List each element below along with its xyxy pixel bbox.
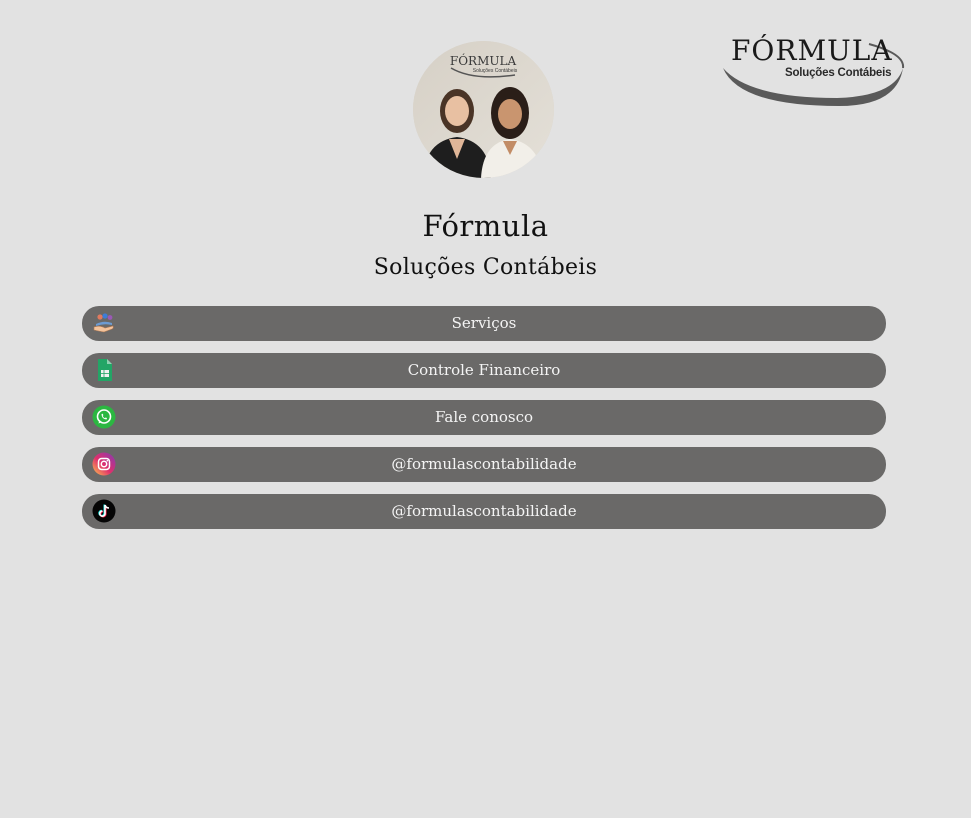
tiktok-link-label: @formulascontabilidade [391,502,577,520]
profile-title: Fórmula [422,209,549,243]
logo-tagline: Soluções Contábeis [785,67,892,79]
instagram-link-label: @formulascontabilidade [391,455,577,473]
fale-conosco-link-label: Fale conosco [434,408,534,426]
brand-logo: FÓRMULA Soluções Contábeis [719,28,909,110]
link-list: Serviços Controle Financeiro Fale conosc… [82,306,886,541]
fale-conosco-link-button[interactable]: Fale conosco [82,400,886,435]
profile-subtitle: Soluções Contábeis [373,255,598,280]
svg-text:Soluções Contábeis: Soluções Contábeis [473,68,518,74]
controle-financeiro-link-button[interactable]: Controle Financeiro [82,353,886,388]
instagram-link-button[interactable]: @formulascontabilidade [82,447,886,482]
svg-text:FÓRMULA: FÓRMULA [450,52,517,68]
page: FÓRMULA Soluções Contábeis FÓRMULA Soluç… [0,0,971,818]
servicos-link-label: Serviços [451,314,517,332]
controle-financeiro-link-label: Controle Financeiro [407,361,561,379]
tiktok-link-button[interactable]: @formulascontabilidade [82,494,886,529]
profile-avatar: FÓRMULA Soluções Contábeis [413,41,554,178]
servicos-link-button[interactable]: Serviços [82,306,886,341]
avatar-photo: FÓRMULA Soluções Contábeis [413,41,554,178]
logo-wordmark: FÓRMULA [731,34,893,67]
